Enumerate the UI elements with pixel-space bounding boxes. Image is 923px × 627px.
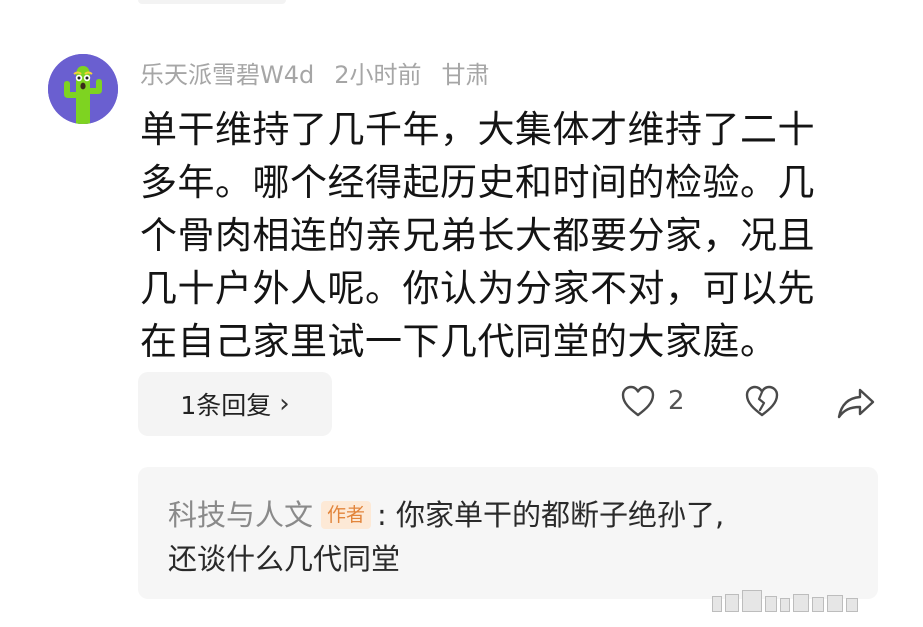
watermark-bars — [712, 590, 858, 612]
comment-line: 多年。哪个经得起历史和时间的检验。几 — [140, 161, 815, 204]
reply-content-line1: 你家单干的都断子绝孙了, — [386, 498, 725, 532]
reply-content-line2: 还谈什么几代同堂 — [168, 542, 401, 576]
cactus-avatar-icon — [48, 54, 118, 124]
comment-meta: 乐天派雪碧W4d 2小时前 甘肃 — [140, 55, 490, 90]
comment-time: 2小时前 — [334, 60, 422, 89]
previous-item-fragment — [138, 0, 286, 4]
dislike-button[interactable] — [744, 384, 780, 418]
username[interactable]: 乐天派雪碧W4d — [140, 55, 314, 90]
comment-line: 个骨肉相连的亲兄弟长大都要分家，况且 — [140, 214, 815, 257]
like-button[interactable]: 2 — [620, 384, 685, 418]
reply-preview[interactable]: 科技与人文 作者: 你家单干的都断子绝孙了, 还谈什么几代同堂 — [138, 467, 878, 599]
comment-body: 单干维持了几千年，大集体才维持了二十 多年。哪个经得起历史和时间的检验。几 个骨… — [140, 103, 860, 368]
comment-line: 单干维持了几千年，大集体才维持了二十 — [140, 108, 815, 151]
avatar[interactable] — [48, 54, 118, 124]
reply-author[interactable]: 科技与人文 — [168, 498, 313, 532]
chevron-right-icon: › — [279, 389, 290, 419]
comment-line: 几十户外人呢。你认为分家不对，可以先 — [140, 267, 815, 310]
heart-outline-icon — [621, 385, 655, 417]
reply-separator: : — [377, 498, 387, 532]
reply-preview-text: 科技与人文 作者: 你家单干的都断子绝孙了, 还谈什么几代同堂 — [168, 493, 858, 581]
like-count: 2 — [668, 386, 685, 416]
share-arrow-icon — [837, 388, 875, 419]
comment-line: 在自己家里试一下几代同堂的大家庭。 — [140, 320, 778, 363]
broken-heart-icon — [745, 385, 779, 417]
comment-location: 甘肃 — [441, 60, 490, 89]
view-replies-button[interactable]: 1条回复 › — [138, 372, 332, 436]
author-badge: 作者 — [321, 501, 372, 529]
reply-count-label: 1条回复 — [180, 391, 272, 420]
share-button[interactable] — [836, 386, 876, 420]
